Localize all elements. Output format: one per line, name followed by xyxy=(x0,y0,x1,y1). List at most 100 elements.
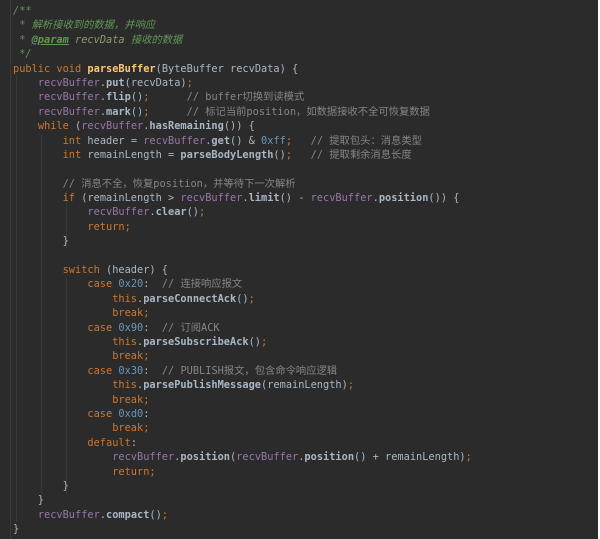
code-line: recvBuffer.compact(); xyxy=(13,508,600,522)
code-token: @param xyxy=(31,33,69,46)
code-token: recvBuffer xyxy=(143,134,206,147)
code-token: // 订阅ACK xyxy=(161,321,220,334)
code-token: 0x20 xyxy=(118,278,144,291)
code-line: * 解析接收到的数据，并响应 xyxy=(13,18,600,32)
code-line: recvBuffer.position(recvBuffer.position(… xyxy=(13,450,600,464)
code-token: this xyxy=(112,292,138,305)
code-token: 0xd0 xyxy=(118,407,144,420)
code-editor[interactable]: /** * 解析接收到的数据，并响应 * @param recvData 接收的… xyxy=(0,0,600,539)
code-token: // 消息不全，恢复position，并等待下一次解析 xyxy=(62,177,296,190)
code-token: ; xyxy=(186,76,193,89)
code-token: ; xyxy=(347,379,355,392)
code-token: * 解析接收到的数据，并响应 xyxy=(13,19,156,32)
code-line: case 0x30: // PUBLISH报文，包含命令响应逻辑 xyxy=(13,364,600,378)
code-token: ; xyxy=(161,508,169,521)
code-token: position xyxy=(378,192,429,205)
code-line: int remainLength = parseBodyLength(); //… xyxy=(13,148,600,162)
code-token: parseBodyLength xyxy=(180,148,274,161)
code-token: recvBuffer xyxy=(37,105,100,118)
code-line: public void parseBuffer(ByteBuffer recvD… xyxy=(13,62,600,76)
code-token: case xyxy=(87,364,113,377)
code-token: ; xyxy=(261,335,268,348)
code-token: parseSubscribeAck xyxy=(143,335,249,348)
code-lines: /** * 解析接收到的数据，并响应 * @param recvData 接收的… xyxy=(13,4,600,536)
code-line: return; xyxy=(13,465,600,479)
code-line: this.parsePublishMessage(remainLength); xyxy=(13,378,600,392)
code-token: recvBuffer xyxy=(310,192,373,205)
code-area[interactable]: /** * 解析接收到的数据，并响应 * @param recvData 接收的… xyxy=(11,0,600,539)
code-token: recvBuffer xyxy=(37,91,100,104)
code-token: // 提取剩余消息长度 xyxy=(310,148,412,161)
code-token: () & xyxy=(230,134,262,147)
code-token: : xyxy=(143,364,162,377)
code-token: int xyxy=(62,134,82,147)
code-token: this xyxy=(112,335,138,348)
code-token: 0x30 xyxy=(118,364,144,377)
code-token: (header) { xyxy=(99,264,169,277)
code-token: mark xyxy=(106,105,131,118)
code-token: } xyxy=(13,235,69,248)
code-token: 接收的数据 xyxy=(124,33,183,46)
code-token: 0x90 xyxy=(118,321,144,334)
code-line: case 0xd0: xyxy=(13,407,600,421)
code-line: } xyxy=(13,234,600,248)
code-token: recvBuffer xyxy=(37,76,100,89)
code-token: recvBuffer xyxy=(180,192,243,205)
code-token: break xyxy=(112,422,144,435)
code-token: remainLength = xyxy=(81,148,181,161)
code-line: break; xyxy=(13,306,600,320)
code-token: recvBuffer xyxy=(87,206,150,219)
code-token: : xyxy=(130,436,138,449)
code-token: () xyxy=(149,508,162,521)
code-token: ; xyxy=(143,393,150,406)
code-token: ; xyxy=(465,451,472,464)
code-token: ; xyxy=(199,206,206,219)
code-token: return xyxy=(87,220,125,233)
code-token: compact xyxy=(106,508,150,521)
code-token: ( xyxy=(68,120,82,133)
code-token: if xyxy=(62,192,76,205)
code-token: header = xyxy=(81,134,144,147)
code-line: recvBuffer.clear(); xyxy=(13,205,600,219)
code-line: * @param recvData 接收的数据 xyxy=(13,33,600,47)
code-token: ; xyxy=(124,220,131,233)
code-token: recvData xyxy=(75,33,125,46)
code-token: () xyxy=(236,292,249,305)
code-token: : xyxy=(143,321,162,334)
code-token: ; xyxy=(248,292,255,305)
code-token: (remainLength > xyxy=(75,192,181,205)
code-token: clear xyxy=(155,206,187,219)
code-line: if (remainLength > recvBuffer.limit() - … xyxy=(13,191,600,205)
code-token: // PUBLISH报文，包含命令响应逻辑 xyxy=(161,364,338,377)
editor-gutter xyxy=(0,0,11,539)
code-token: // 提取包头：消息类型 xyxy=(310,134,422,147)
code-token: public xyxy=(13,62,51,75)
code-token: // 标记当前position，如数据接收不全可恢复数据 xyxy=(186,105,430,118)
code-token: * xyxy=(13,33,32,46)
code-token: while xyxy=(37,120,69,133)
code-token: ()) { xyxy=(428,192,460,205)
code-token: // buffer切换到读模式 xyxy=(186,91,305,104)
code-token: break xyxy=(112,307,144,320)
code-line: /** xyxy=(13,4,600,18)
code-line: break; xyxy=(13,421,600,435)
code-line: this.parseSubscribeAck(); xyxy=(13,335,600,349)
code-line: while (recvBuffer.hasRemaining()) { xyxy=(13,119,600,133)
code-line: case 0x20: // 连接响应报文 xyxy=(13,277,600,291)
code-token: limit xyxy=(248,192,280,205)
